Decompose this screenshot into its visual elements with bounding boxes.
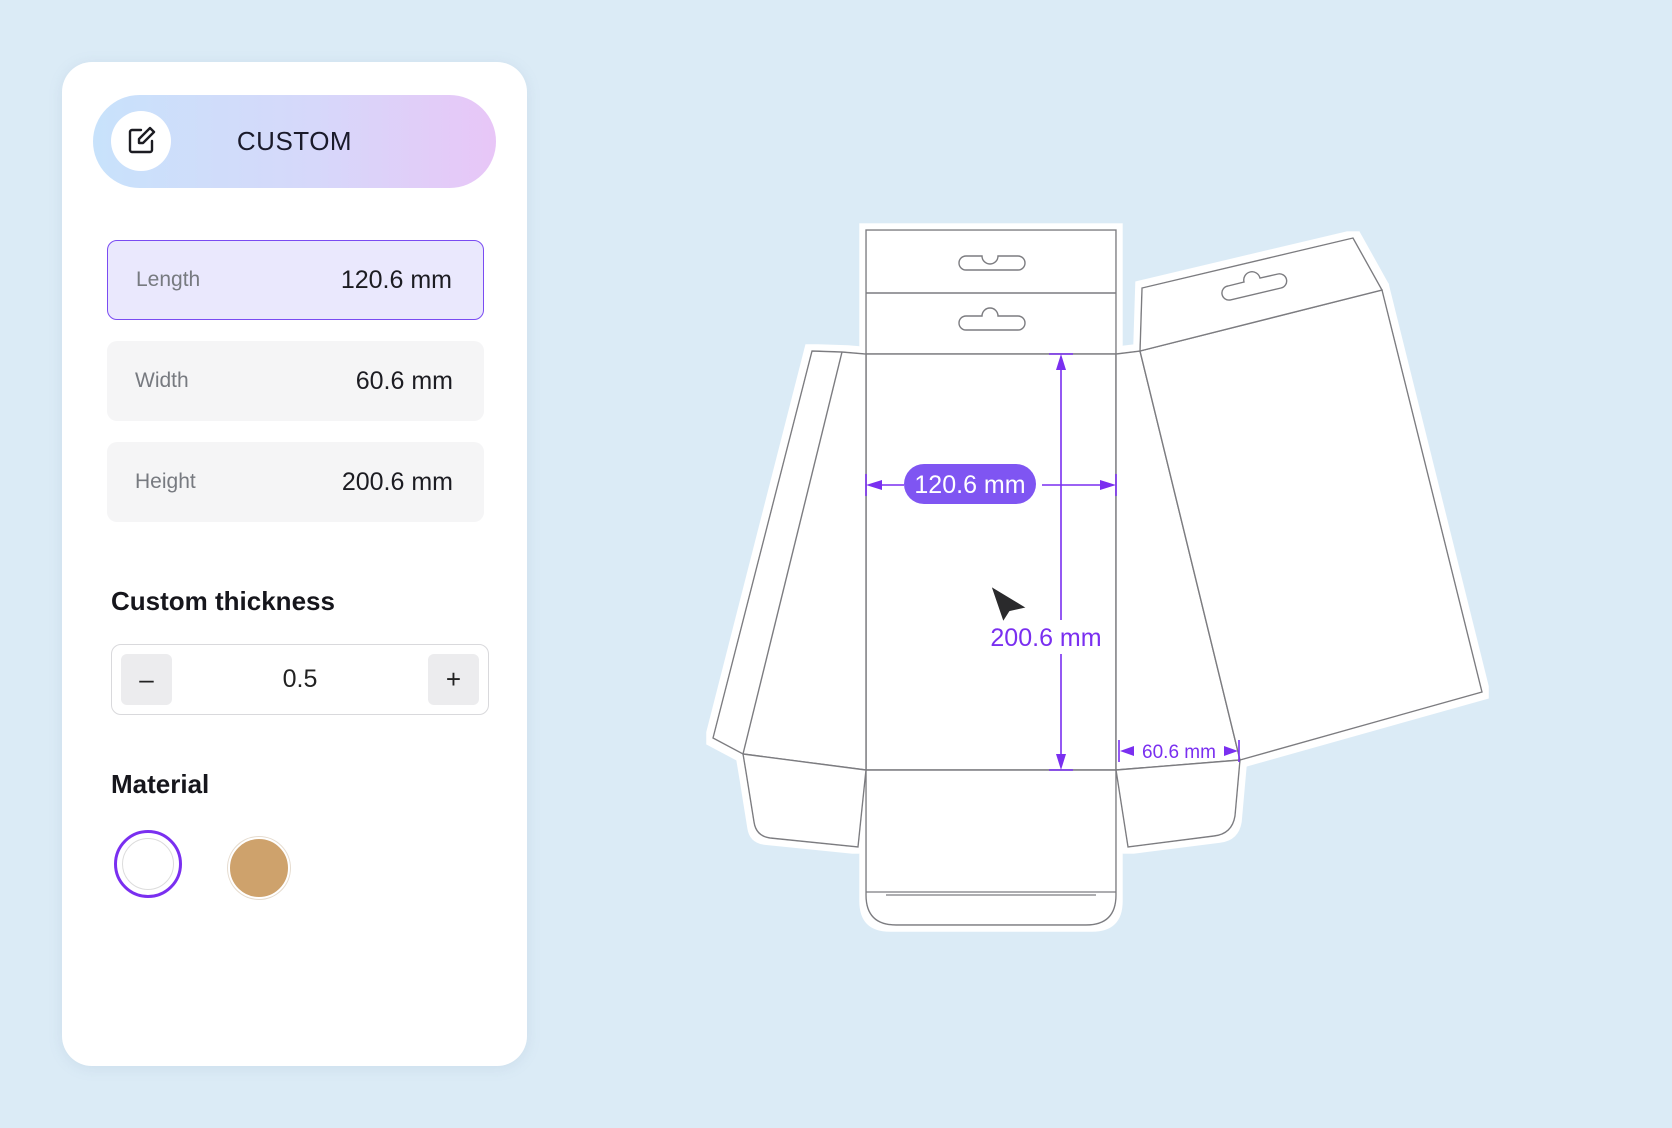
height-dimension-label: 200.6 mm bbox=[990, 624, 1101, 652]
left-dust-flap bbox=[742, 753, 867, 848]
front-panel[interactable] bbox=[865, 353, 1117, 771]
length-dimension-label: 120.6 mm bbox=[914, 471, 1025, 499]
hang-tab-panel bbox=[865, 229, 1117, 355]
right-dust-flap bbox=[1115, 759, 1241, 848]
bottom-flap bbox=[865, 769, 1117, 926]
left-side-panel bbox=[712, 350, 867, 771]
box-dieline bbox=[712, 229, 1483, 926]
width-dimension-label: 60.6 mm bbox=[1142, 742, 1216, 763]
dieline-canvas: 200.6 mm 120.6 mm 60.6 mm bbox=[712, 229, 1483, 926]
